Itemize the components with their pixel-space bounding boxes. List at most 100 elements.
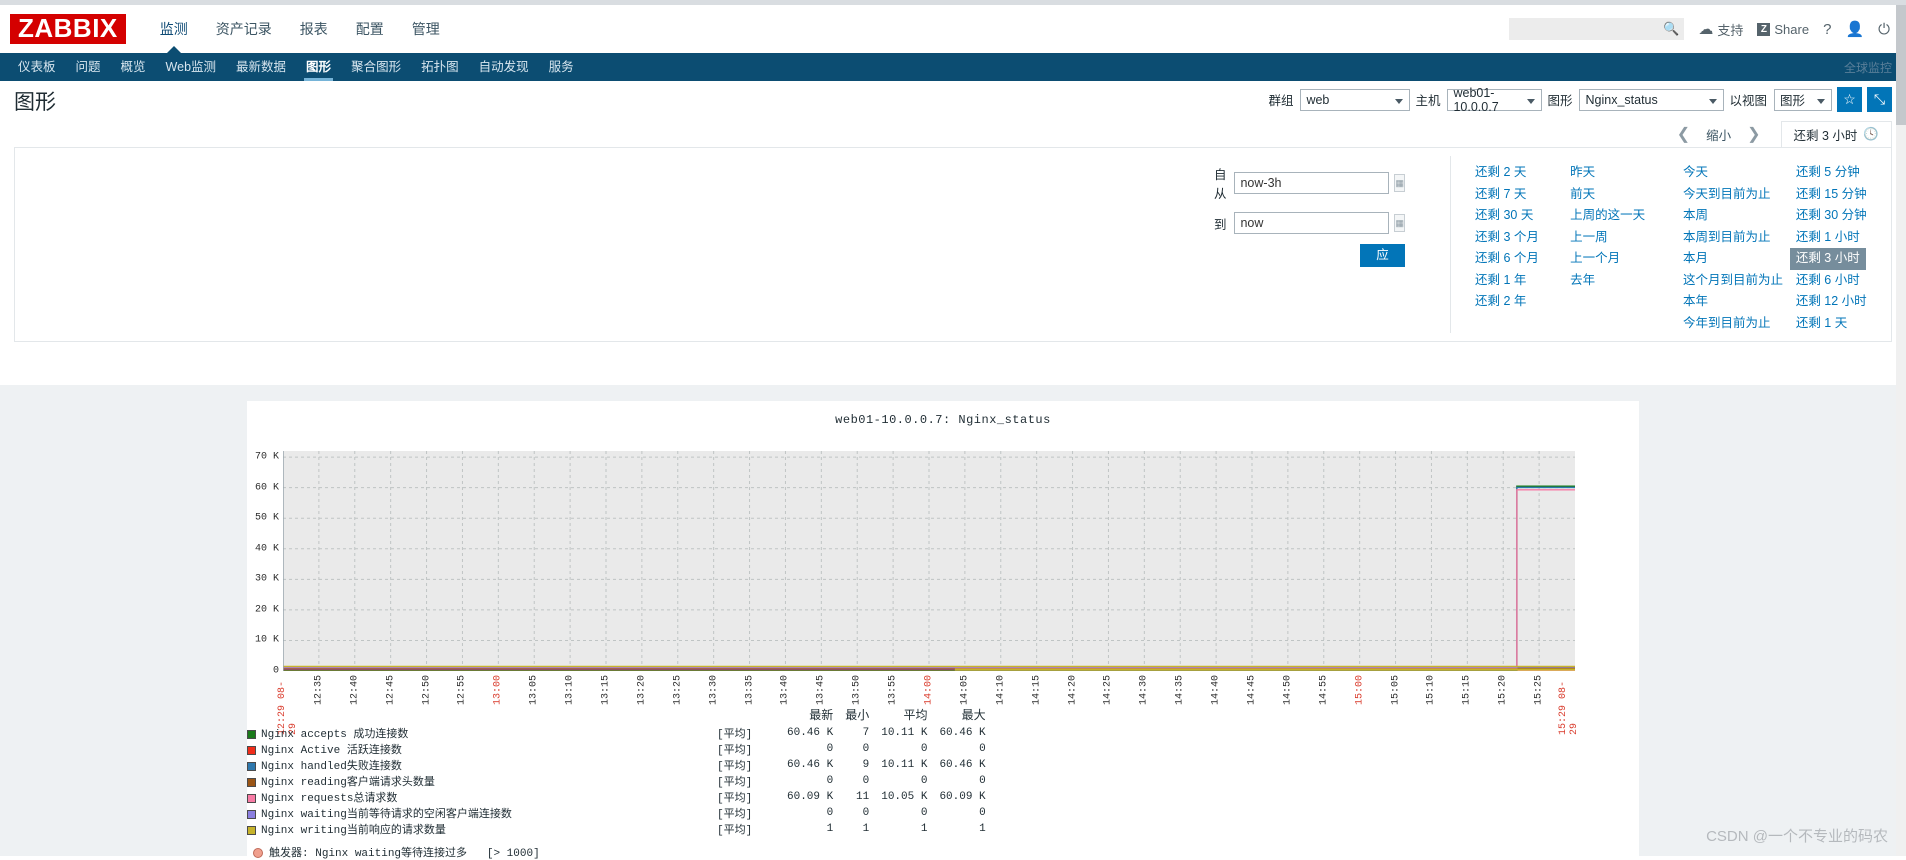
quick-range-item[interactable]: 本年 xyxy=(1683,291,1796,313)
quick-range-item[interactable]: 还剩 12 小时 xyxy=(1796,291,1891,313)
subnav-item-maps[interactable]: 拓扑图 xyxy=(411,53,469,81)
nav-item-administration[interactable]: 管理 xyxy=(398,5,454,53)
host-filter-select[interactable]: web01-10.0.0.7 xyxy=(1447,86,1543,114)
x-tick-label: 13:55 xyxy=(887,675,899,706)
share-link[interactable]: Z Share xyxy=(1757,22,1809,37)
signout-link[interactable]: ⏻ xyxy=(1878,22,1890,37)
quick-range-item[interactable]: 还剩 6 小时 xyxy=(1796,270,1891,292)
quick-range-item[interactable]: 还剩 1 小时 xyxy=(1796,227,1891,249)
quick-range-item[interactable]: 还剩 2 年 xyxy=(1475,291,1570,313)
quick-range-item[interactable]: 这个月到目前为止 xyxy=(1683,270,1796,292)
quick-range-item[interactable]: 去年 xyxy=(1570,270,1683,292)
legend-row: Nginx handled失败连接数 [平均] 60.46 K 9 10.11 K 60.… xyxy=(241,757,992,773)
page-scrollbar-thumb[interactable] xyxy=(1896,5,1906,125)
time-to-input[interactable] xyxy=(1234,212,1390,234)
quick-range-item[interactable]: 还剩 5 分钟 xyxy=(1796,162,1891,184)
legend-max-value: 60.46 K xyxy=(939,759,986,771)
calendar-icon[interactable]: ▦ xyxy=(1394,214,1405,232)
help-link[interactable]: ? xyxy=(1823,22,1831,37)
subnav-item-overview[interactable]: 概览 xyxy=(111,53,156,81)
host-filter-label: 主机 xyxy=(1415,94,1441,108)
y-tick-label: 30 K xyxy=(254,573,279,585)
subnav-item-discovery[interactable]: 自动发现 xyxy=(469,53,539,81)
quick-range-item[interactable]: 本月 xyxy=(1683,248,1796,270)
subnav-item-screens[interactable]: 聚合图形 xyxy=(341,53,411,81)
legend-aggregate: [平均] xyxy=(717,761,753,773)
plot-area[interactable]: 0 10 K 20 K 30 K 40 K 50 K 60 K 70 K 12:29 08-2… xyxy=(255,451,1580,735)
y-tick-label: 40 K xyxy=(254,543,279,555)
nav-item-monitoring[interactable]: 监测 xyxy=(146,5,202,54)
quick-range-item[interactable]: 本周 xyxy=(1683,205,1796,227)
group-filter-select[interactable]: web xyxy=(1300,88,1411,111)
subnav-item-dashboard[interactable]: 仪表板 xyxy=(8,53,66,81)
time-selector-panel: 自从 ▦ 到 ▦ 应用 还剩 2 天 还剩 7 天 还剩 30 天 还剩 3 个… xyxy=(14,147,1892,342)
time-from-input[interactable] xyxy=(1234,172,1390,194)
x-tick-label: 14:50 xyxy=(1282,675,1294,706)
headset-icon: ☁ xyxy=(1698,20,1714,38)
quick-range-item[interactable]: 本周到目前为止 xyxy=(1683,227,1796,249)
time-next-button[interactable]: ❯ xyxy=(1737,124,1770,144)
legend-aggregate: [平均] xyxy=(717,809,753,821)
quick-range-item[interactable]: 前天 xyxy=(1570,184,1683,206)
subnav-item-web[interactable]: Web监测 xyxy=(156,53,226,81)
legend-row: Nginx accepts 成功连接数 [平均] 60.46 K 7 10.11 K 60… xyxy=(241,725,992,741)
quick-range-item[interactable]: 上周的这一天 xyxy=(1570,205,1683,227)
x-tick-label: 13:05 xyxy=(528,675,540,706)
legend-header-max: 最大 xyxy=(961,708,986,722)
quick-range-item[interactable]: 还剩 1 天 xyxy=(1796,313,1891,335)
search-icon[interactable]: 🔍 xyxy=(1663,21,1679,37)
user-settings-link[interactable]: 👤 xyxy=(1845,22,1864,37)
nav-item-inventory[interactable]: 资产记录 xyxy=(202,5,286,53)
quick-range-item[interactable]: 今年到目前为止 xyxy=(1683,313,1796,335)
legend-color-swatch xyxy=(247,777,256,787)
quick-range-column-1: 还剩 2 天 还剩 7 天 还剩 30 天 还剩 3 个月 还剩 6 个月 还剩… xyxy=(1475,162,1570,334)
nav-item-configuration[interactable]: 配置 xyxy=(342,5,398,53)
quick-range-item[interactable]: 上一周 xyxy=(1570,227,1683,249)
zabbix-logo[interactable]: ZABBIX xyxy=(10,14,126,44)
quick-range-item[interactable]: 今天到目前为止 xyxy=(1683,184,1796,206)
quick-range-item[interactable]: 还剩 30 分钟 xyxy=(1796,205,1891,227)
legend-series-name: Nginx requests总请求数 xyxy=(241,789,711,805)
subnav-item-problems[interactable]: 问题 xyxy=(66,53,111,81)
time-range-tab[interactable]: 还剩 3 小时 🕓 xyxy=(1780,121,1892,147)
legend-header-avg: 平均 xyxy=(903,708,928,722)
time-range-label: 还剩 3 小时 xyxy=(1793,129,1858,143)
quick-range-item[interactable]: 上一个月 xyxy=(1570,248,1683,270)
page-scrollbar-track[interactable] xyxy=(1896,5,1906,856)
quick-range-item[interactable]: 还剩 3 个月 xyxy=(1475,227,1570,249)
legend-header-min: 最小 xyxy=(845,708,870,722)
zoom-out-button[interactable]: 缩小 xyxy=(1700,125,1737,144)
legend-series-name: Nginx reading客户端请求头数量 xyxy=(241,773,711,789)
quick-range-item[interactable]: 还剩 6 个月 xyxy=(1475,248,1570,270)
quick-range-item[interactable]: 还剩 15 分钟 xyxy=(1796,184,1891,206)
quick-range-item[interactable]: 今天 xyxy=(1683,162,1796,184)
legend-row: Nginx writing当前响应的请求数量 [平均] 1 1 1 1 xyxy=(241,821,992,837)
quick-range-item[interactable]: 还剩 2 天 xyxy=(1475,162,1570,184)
favorite-button[interactable]: ☆ xyxy=(1837,87,1862,112)
nav-item-reports[interactable]: 报表 xyxy=(286,5,342,53)
x-tick-label: 13:10 xyxy=(564,675,576,706)
search-input[interactable] xyxy=(1509,18,1660,38)
apply-button[interactable]: 应用 xyxy=(1360,244,1405,281)
x-tick-label: 12:50 xyxy=(421,675,433,706)
quick-range-item[interactable]: 还剩 7 天 xyxy=(1475,184,1570,206)
subnav-item-latest-data[interactable]: 最新数据 xyxy=(226,53,296,81)
quick-range-item-selected[interactable]: 还剩 3 小时 xyxy=(1789,248,1866,270)
view-filter-select[interactable]: 图形 xyxy=(1774,88,1832,111)
legend-row: Nginx reading客户端请求头数量 [平均] 0 0 0 0 xyxy=(241,773,992,789)
support-link[interactable]: ☁ 支持 xyxy=(1698,20,1743,39)
subnav-item-services[interactable]: 服务 xyxy=(539,53,584,81)
quick-range-item[interactable]: 昨天 xyxy=(1570,162,1683,184)
fullscreen-button[interactable]: ⤡ xyxy=(1867,87,1892,112)
quick-range-item[interactable]: 还剩 1 年 xyxy=(1475,270,1570,292)
graph-filter-select[interactable]: Nginx_status xyxy=(1579,88,1725,111)
calendar-icon[interactable]: ▦ xyxy=(1394,174,1405,192)
subnav-item-graphs[interactable]: 图形 xyxy=(296,53,341,81)
time-prev-button[interactable]: ❮ xyxy=(1667,124,1700,144)
user-icon: 👤 xyxy=(1845,20,1865,38)
search-box[interactable]: 🔍 xyxy=(1509,18,1685,40)
quick-range-item[interactable]: 还剩 30 天 xyxy=(1475,205,1570,227)
x-tick-label: 13:30 xyxy=(708,675,720,706)
legend-avg-value: 1 xyxy=(920,823,928,835)
legend-series-name: Nginx accepts 成功连接数 xyxy=(241,725,711,741)
